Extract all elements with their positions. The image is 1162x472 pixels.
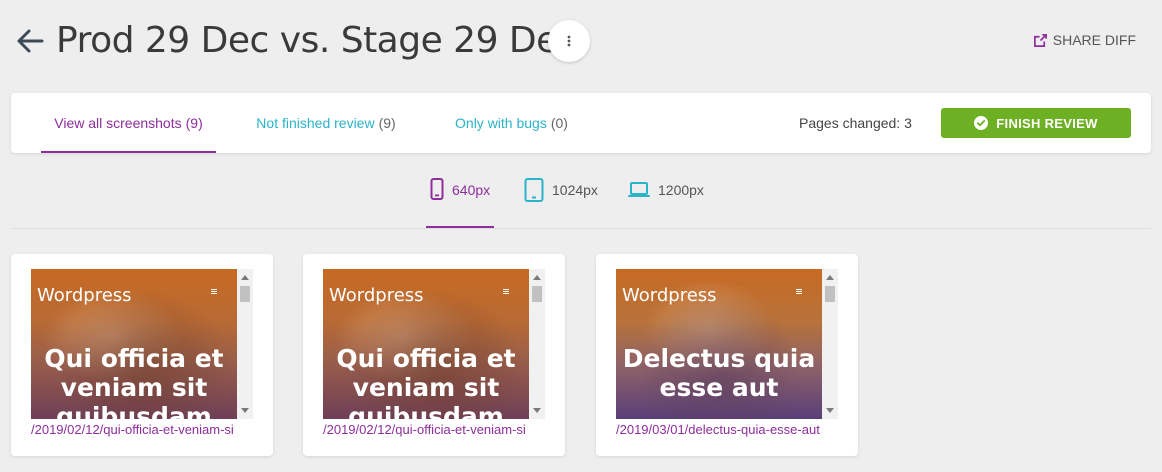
- hamburger-menu-icon: [503, 289, 509, 294]
- page-header: Prod 29 Dec vs. Stage 29 Dec SHARE DIFF: [0, 0, 1162, 88]
- hamburger-menu-icon: [796, 289, 802, 294]
- hamburger-menu-icon: [211, 289, 217, 294]
- scroll-thumb[interactable]: [240, 286, 250, 302]
- thumbnail-brand: Wordpress: [329, 285, 424, 306]
- share-diff-button[interactable]: SHARE DIFF: [1033, 32, 1136, 48]
- tab-count: (0): [550, 115, 568, 131]
- device-width-tabs: 640px 1024px 1200px: [0, 172, 1162, 228]
- finish-review-button[interactable]: FINISH REVIEW: [941, 108, 1131, 138]
- screenshot-thumbnail[interactable]: Wordpress Qui officia et veniam sit quib…: [31, 269, 253, 419]
- tab-only-with-bugs[interactable]: Only with bugs (0): [449, 93, 574, 153]
- back-arrow-icon[interactable]: [14, 24, 48, 58]
- tab-not-finished-review[interactable]: Not finished review (9): [251, 93, 401, 153]
- thumbnail-image: Wordpress Delectus quia esse aut: [616, 269, 822, 419]
- screenshot-thumbnail[interactable]: Wordpress Delectus quia esse aut: [616, 269, 838, 419]
- tab-label: View all screenshots: [54, 115, 182, 131]
- screenshot-path-link[interactable]: /2019/02/12/qui-officia-et-veniam-si: [31, 422, 253, 437]
- screenshot-path-link[interactable]: /2019/02/12/qui-officia-et-veniam-si: [323, 422, 545, 437]
- tab-count: (9): [378, 115, 396, 131]
- screenshot-card[interactable]: Wordpress Qui officia et veniam sit quib…: [303, 254, 565, 456]
- device-tab-640px[interactable]: 640px: [426, 172, 494, 228]
- tab-label: Only with bugs: [455, 115, 547, 131]
- check-circle-icon: [974, 116, 989, 130]
- thumbnail-headline: Delectus quia esse aut: [622, 344, 816, 402]
- share-icon: [1033, 33, 1047, 47]
- share-diff-label: SHARE DIFF: [1052, 32, 1136, 48]
- screenshot-path-link[interactable]: /2019/03/01/delectus-quia-esse-aut: [616, 422, 838, 437]
- scroll-up-icon[interactable]: [533, 275, 541, 280]
- thumbnail-brand: Wordpress: [37, 285, 132, 306]
- thumbnail-headline: Qui officia et veniam sit quibusdam: [44, 344, 224, 419]
- section-divider: [11, 228, 1151, 229]
- more-options-button[interactable]: [548, 20, 590, 62]
- thumbnail-image: Wordpress Qui officia et veniam sit quib…: [323, 269, 529, 419]
- tab-count: (9): [185, 115, 203, 131]
- page-title: Prod 29 Dec vs. Stage 29 Dec: [56, 20, 578, 61]
- pages-changed-count: Pages changed: 3: [799, 115, 912, 131]
- scroll-up-icon[interactable]: [241, 275, 249, 280]
- tablet-icon: [524, 178, 544, 202]
- review-tabs-bar: View all screenshots (9) Not finished re…: [11, 93, 1151, 153]
- device-label: 1200px: [658, 182, 704, 198]
- screenshot-card[interactable]: Wordpress Delectus quia esse aut /2019/0…: [596, 254, 858, 456]
- thumbnail-headline: Qui officia et veniam sit quibusdam: [336, 344, 516, 419]
- device-tab-1024px[interactable]: 1024px: [524, 172, 604, 228]
- scroll-thumb[interactable]: [825, 286, 835, 302]
- thumbnail-scrollbar[interactable]: [529, 269, 545, 419]
- scroll-down-icon[interactable]: [533, 408, 541, 413]
- tab-label: Not finished review: [256, 115, 375, 131]
- laptop-icon: [628, 182, 650, 197]
- screenshot-thumbnail[interactable]: Wordpress Qui officia et veniam sit quib…: [323, 269, 545, 419]
- scroll-up-icon[interactable]: [826, 275, 834, 280]
- device-label: 1024px: [552, 182, 598, 198]
- scroll-down-icon[interactable]: [241, 408, 249, 413]
- thumbnail-scrollbar[interactable]: [237, 269, 253, 419]
- thumbnail-scrollbar[interactable]: [822, 269, 838, 419]
- scroll-thumb[interactable]: [532, 286, 542, 302]
- tab-view-all-screenshots[interactable]: View all screenshots (9): [41, 93, 216, 153]
- screenshot-card[interactable]: Wordpress Qui officia et veniam sit quib…: [11, 254, 273, 456]
- thumbnail-image: Wordpress Qui officia et veniam sit quib…: [31, 269, 237, 419]
- vertical-dots-icon: [567, 35, 571, 47]
- device-tab-1200px[interactable]: 1200px: [628, 172, 708, 228]
- thumbnail-brand: Wordpress: [622, 285, 717, 306]
- phone-icon: [430, 178, 444, 200]
- finish-review-label: FINISH REVIEW: [996, 115, 1098, 131]
- device-label: 640px: [452, 182, 491, 198]
- scroll-down-icon[interactable]: [826, 408, 834, 413]
